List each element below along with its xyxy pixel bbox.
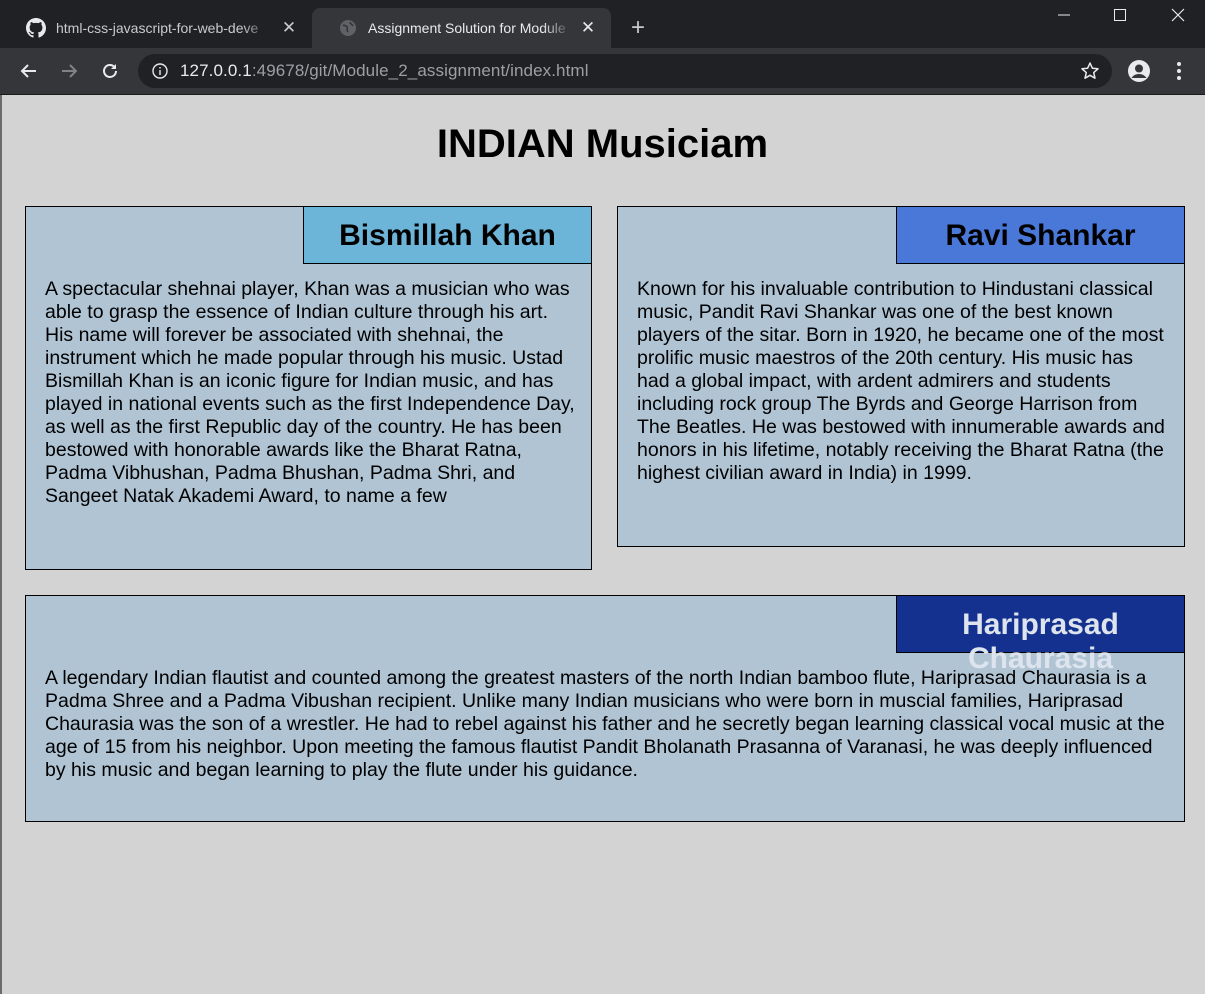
url-text: 127.0.0.1:49678/git/Module_2_assignment/… [180,61,589,81]
browser-toolbar: 127.0.0.1:49678/git/Module_2_assignment/… [0,48,1205,94]
toolbar-divider [0,94,1205,95]
forward-arrow-icon[interactable] [54,56,84,86]
musician-card-hariprasad-chaurasia: Hariprasad Chaurasia A legendary Indian … [25,595,1185,822]
window-edge [0,95,2,994]
page-title: INDIAN Musiciam [436,122,769,166]
card-description: A spectacular shehnai player, Khan was a… [45,278,575,507]
info-icon[interactable] [150,61,170,81]
new-tab-icon[interactable]: + [626,14,650,41]
maximize-icon[interactable] [1097,0,1143,30]
bookmark-star-icon[interactable] [1080,61,1100,81]
profile-avatar-icon[interactable] [1126,58,1152,84]
musician-card-bismillah-khan: Bismillah Khan A spectacular shehnai pla… [25,206,592,570]
card-description: A legendary Indian flautist and counted … [45,667,1165,781]
card-heading: Ravi Shankar [896,206,1185,264]
close-tab-icon[interactable]: ✕ [579,18,597,37]
back-arrow-icon[interactable] [14,56,44,86]
minimize-icon[interactable] [1041,0,1087,30]
close-tab-icon[interactable]: ✕ [280,18,298,37]
reload-icon[interactable] [95,56,125,86]
menu-kebab-icon[interactable] [1166,58,1192,84]
browser-tab-assignment[interactable]: Assignment Solution for Module ✕ [312,8,611,48]
card-heading: Hariprasad Chaurasia [896,595,1185,675]
tab-strip: html-css-javascript-for-web-deve ✕ Assig… [0,0,1205,48]
close-window-icon[interactable] [1155,0,1201,30]
url-path: :49678/git/Module_2_assignment/index.htm… [251,61,589,80]
card-description: Known for his invaluable contribution to… [637,278,1165,484]
address-bar[interactable]: 127.0.0.1:49678/git/Module_2_assignment/… [138,54,1112,88]
card-heading: Bismillah Khan [303,206,592,264]
url-host: 127.0.0.1 [180,61,252,80]
browser-tab-github[interactable]: html-css-javascript-for-web-deve ✕ [0,8,312,48]
tab-title: Assignment Solution for Module [368,20,566,36]
globe-icon [338,18,358,38]
musician-card-ravi-shankar: Ravi Shankar Known for his invaluable co… [617,206,1185,547]
github-icon [26,18,46,38]
tab-title: html-css-javascript-for-web-deve [56,20,259,36]
